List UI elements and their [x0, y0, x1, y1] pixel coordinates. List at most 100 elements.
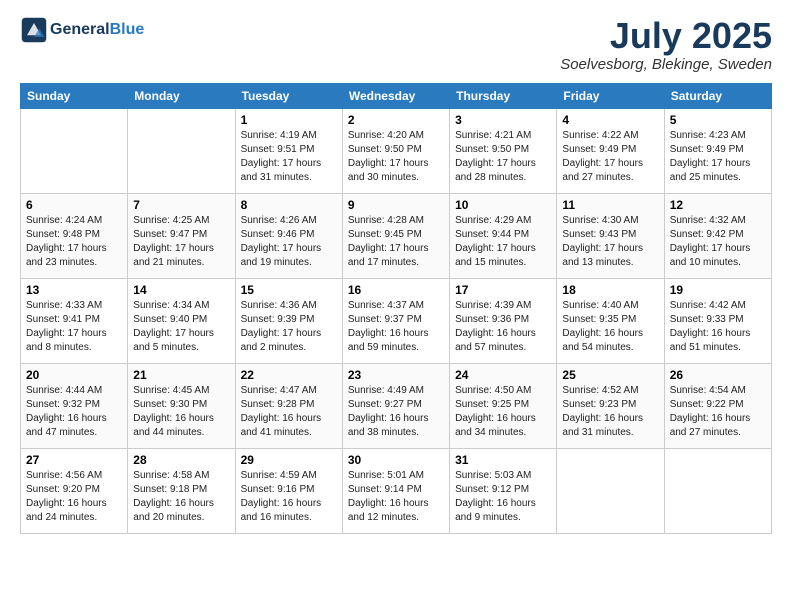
col-monday: Monday [128, 83, 235, 108]
day-number: 12 [670, 198, 766, 212]
day-number: 1 [241, 113, 337, 127]
day-info: Sunrise: 5:01 AMSunset: 9:14 PMDaylight:… [348, 469, 444, 525]
day-number: 7 [133, 198, 229, 212]
day-number: 10 [455, 198, 551, 212]
day-info: Sunrise: 4:29 AMSunset: 9:44 PMDaylight:… [455, 214, 551, 270]
day-info: Sunrise: 4:30 AMSunset: 9:43 PMDaylight:… [562, 214, 658, 270]
col-thursday: Thursday [450, 83, 557, 108]
table-row: 7 Sunrise: 4:25 AMSunset: 9:47 PMDaylight… [128, 193, 235, 278]
calendar-week-row: 1 Sunrise: 4:19 AMSunset: 9:51 PMDaylight… [21, 108, 772, 193]
col-tuesday: Tuesday [235, 83, 342, 108]
day-info: Sunrise: 4:37 AMSunset: 9:37 PMDaylight:… [348, 299, 444, 355]
table-row: 11 Sunrise: 4:30 AMSunset: 9:43 PMDayligh… [557, 193, 664, 278]
table-row: 1 Sunrise: 4:19 AMSunset: 9:51 PMDaylight… [235, 108, 342, 193]
day-info: Sunrise: 4:59 AMSunset: 9:16 PMDaylight:… [241, 469, 337, 525]
day-number: 30 [348, 453, 444, 467]
day-info: Sunrise: 4:23 AMSunset: 9:49 PMDaylight:… [670, 129, 766, 185]
table-row [128, 108, 235, 193]
day-info: Sunrise: 4:54 AMSunset: 9:22 PMDaylight:… [670, 384, 766, 440]
day-info: Sunrise: 4:22 AMSunset: 9:49 PMDaylight:… [562, 129, 658, 185]
table-row: 30 Sunrise: 5:01 AMSunset: 9:14 PMDayligh… [342, 448, 449, 533]
day-number: 21 [133, 368, 229, 382]
day-number: 2 [348, 113, 444, 127]
calendar-week-row: 20Sunrise: 4:44 AMSunset: 9:32 PMDayligh… [21, 363, 772, 448]
col-sunday: Sunday [21, 83, 128, 108]
day-number: 6 [26, 198, 122, 212]
table-row: 14Sunrise: 4:34 AMSunset: 9:40 PMDayligh… [128, 278, 235, 363]
day-number: 29 [241, 453, 337, 467]
day-number: 26 [670, 368, 766, 382]
day-number: 4 [562, 113, 658, 127]
day-info: Sunrise: 4:45 AMSunset: 9:30 PMDaylight:… [133, 384, 229, 440]
table-row [664, 448, 771, 533]
day-info: Sunrise: 4:36 AMSunset: 9:39 PMDaylight:… [241, 299, 337, 355]
day-info: Sunrise: 4:56 AMSunset: 9:20 PMDaylight:… [26, 469, 122, 525]
day-info: Sunrise: 4:44 AMSunset: 9:32 PMDaylight:… [26, 384, 122, 440]
table-row: 2 Sunrise: 4:20 AMSunset: 9:50 PMDaylight… [342, 108, 449, 193]
day-info: Sunrise: 4:39 AMSunset: 9:36 PMDaylight:… [455, 299, 551, 355]
day-info: Sunrise: 4:20 AMSunset: 9:50 PMDaylight:… [348, 129, 444, 185]
day-number: 23 [348, 368, 444, 382]
day-info: Sunrise: 4:58 AMSunset: 9:18 PMDaylight:… [133, 469, 229, 525]
day-info: Sunrise: 4:49 AMSunset: 9:27 PMDaylight:… [348, 384, 444, 440]
calendar-title: July 2025 [560, 16, 772, 56]
table-row: 10 Sunrise: 4:29 AMSunset: 9:44 PMDayligh… [450, 193, 557, 278]
table-row: 13 Sunrise: 4:33 AMSunset: 9:41 PMDayligh… [21, 278, 128, 363]
table-row: 9 Sunrise: 4:28 AMSunset: 9:45 PMDaylight… [342, 193, 449, 278]
day-number: 5 [670, 113, 766, 127]
table-row: 6 Sunrise: 4:24 AMSunset: 9:48 PMDaylight… [21, 193, 128, 278]
calendar-location: Soelvesborg, Blekinge, Sweden [560, 56, 772, 73]
logo: General Blue [20, 16, 144, 44]
day-info: Sunrise: 4:32 AMSunset: 9:42 PMDaylight:… [670, 214, 766, 270]
table-row: 8 Sunrise: 4:26 AMSunset: 9:46 PMDaylight… [235, 193, 342, 278]
day-info: Sunrise: 4:33 AMSunset: 9:41 PMDaylight:… [26, 299, 122, 355]
day-info: Sunrise: 4:19 AMSunset: 9:51 PMDaylight:… [241, 129, 337, 185]
title-block: July 2025 Soelvesborg, Blekinge, Sweden [560, 16, 772, 73]
day-info: Sunrise: 4:25 AMSunset: 9:47 PMDaylight:… [133, 214, 229, 270]
day-info: Sunrise: 4:34 AMSunset: 9:40 PMDaylight:… [133, 299, 229, 355]
day-number: 13 [26, 283, 122, 297]
table-row: 23 Sunrise: 4:49 AMSunset: 9:27 PMDayligh… [342, 363, 449, 448]
table-row: 28Sunrise: 4:58 AMSunset: 9:18 PMDayligh… [128, 448, 235, 533]
table-row: 15Sunrise: 4:36 AMSunset: 9:39 PMDayligh… [235, 278, 342, 363]
day-number: 24 [455, 368, 551, 382]
day-info: Sunrise: 4:47 AMSunset: 9:28 PMDaylight:… [241, 384, 337, 440]
day-info: Sunrise: 4:42 AMSunset: 9:33 PMDaylight:… [670, 299, 766, 355]
table-row [21, 108, 128, 193]
table-row: 4 Sunrise: 4:22 AMSunset: 9:49 PMDaylight… [557, 108, 664, 193]
table-row: 3Sunrise: 4:21 AMSunset: 9:50 PMDaylight… [450, 108, 557, 193]
table-row: 16 Sunrise: 4:37 AMSunset: 9:37 PMDayligh… [342, 278, 449, 363]
day-number: 11 [562, 198, 658, 212]
table-row: 20Sunrise: 4:44 AMSunset: 9:32 PMDayligh… [21, 363, 128, 448]
day-info: Sunrise: 4:52 AMSunset: 9:23 PMDaylight:… [562, 384, 658, 440]
table-row: 19Sunrise: 4:42 AMSunset: 9:33 PMDayligh… [664, 278, 771, 363]
calendar-header-row: Sunday Monday Tuesday Wednesday Thursday… [21, 83, 772, 108]
table-row: 25Sunrise: 4:52 AMSunset: 9:23 PMDayligh… [557, 363, 664, 448]
day-number: 18 [562, 283, 658, 297]
table-row: 18 Sunrise: 4:40 AMSunset: 9:35 PMDayligh… [557, 278, 664, 363]
day-number: 22 [241, 368, 337, 382]
day-number: 9 [348, 198, 444, 212]
day-info: Sunrise: 4:40 AMSunset: 9:35 PMDaylight:… [562, 299, 658, 355]
day-number: 8 [241, 198, 337, 212]
day-info: Sunrise: 4:28 AMSunset: 9:45 PMDaylight:… [348, 214, 444, 270]
table-row: 21 Sunrise: 4:45 AMSunset: 9:30 PMDayligh… [128, 363, 235, 448]
table-row: 5 Sunrise: 4:23 AMSunset: 9:49 PMDaylight… [664, 108, 771, 193]
table-row: 27Sunrise: 4:56 AMSunset: 9:20 PMDayligh… [21, 448, 128, 533]
table-row: 22 Sunrise: 4:47 AMSunset: 9:28 PMDayligh… [235, 363, 342, 448]
day-info: Sunrise: 4:24 AMSunset: 9:48 PMDaylight:… [26, 214, 122, 270]
day-number: 3 [455, 113, 551, 127]
col-wednesday: Wednesday [342, 83, 449, 108]
calendar-week-row: 6 Sunrise: 4:24 AMSunset: 9:48 PMDaylight… [21, 193, 772, 278]
table-row: 24 Sunrise: 4:50 AMSunset: 9:25 PMDayligh… [450, 363, 557, 448]
table-row: 29 Sunrise: 4:59 AMSunset: 9:16 PMDayligh… [235, 448, 342, 533]
table-row [557, 448, 664, 533]
day-info: Sunrise: 4:50 AMSunset: 9:25 PMDaylight:… [455, 384, 551, 440]
day-info: Sunrise: 5:03 AMSunset: 9:12 PMDaylight:… [455, 469, 551, 525]
day-number: 16 [348, 283, 444, 297]
day-info: Sunrise: 4:26 AMSunset: 9:46 PMDaylight:… [241, 214, 337, 270]
day-number: 31 [455, 453, 551, 467]
logo-blue: Blue [110, 21, 145, 39]
col-saturday: Saturday [664, 83, 771, 108]
col-friday: Friday [557, 83, 664, 108]
